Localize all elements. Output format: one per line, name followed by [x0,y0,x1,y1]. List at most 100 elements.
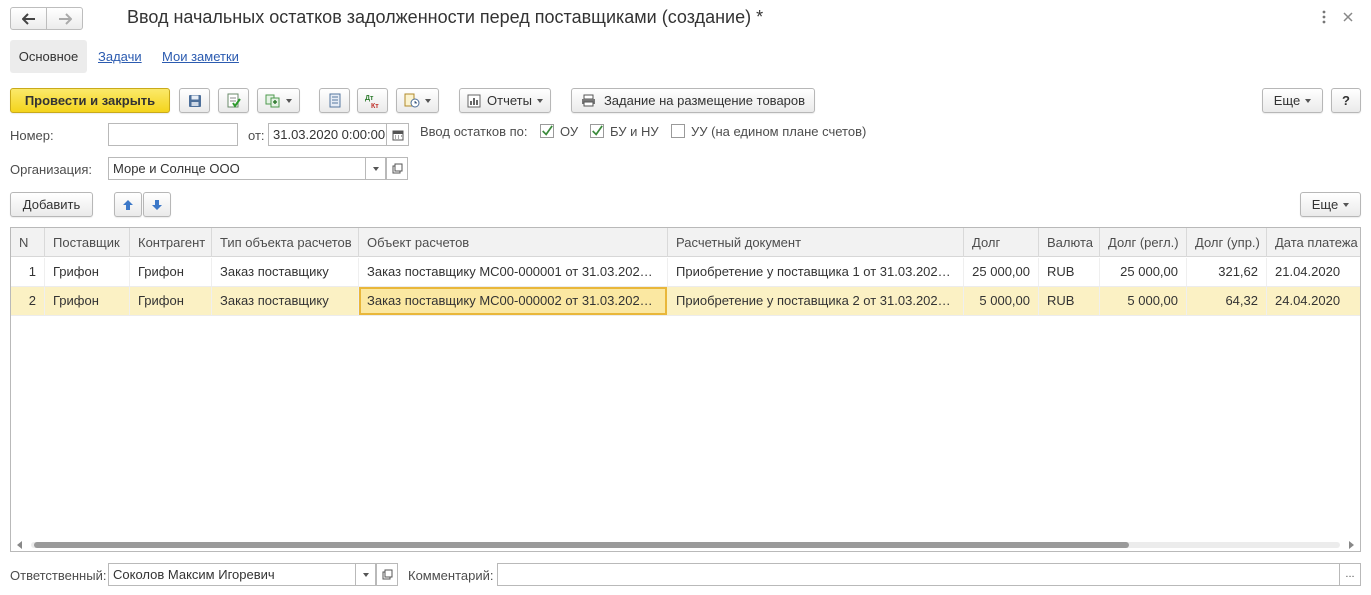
check-bu-nu[interactable] [590,124,604,138]
column-header-currency[interactable]: Валюта [1039,228,1100,257]
create-based-on-icon [265,94,280,107]
comment-input[interactable] [502,567,1335,582]
close-icon[interactable] [1340,8,1356,26]
attachments-button[interactable] [396,88,439,113]
cell-counterparty: Грифон [130,258,212,286]
more-button[interactable]: Еще [1262,88,1323,113]
responsible-open-button[interactable] [376,563,398,586]
document-structure-button[interactable] [319,88,350,113]
comment-field[interactable] [497,563,1340,586]
more-label: Еще [1273,93,1301,108]
printer-icon [581,94,595,107]
comment-expand-button[interactable]: ... [1339,563,1361,586]
organization-field[interactable]: Море и Солнце ООО [108,157,366,180]
more-vertical-icon[interactable] [1316,8,1332,26]
number-input[interactable] [113,127,233,142]
scroll-left-icon[interactable] [17,541,22,549]
post-document-icon [227,93,241,108]
calendar-button[interactable] [386,123,409,146]
chevron-down-icon [362,572,369,577]
document-clock-icon [404,93,420,108]
table-row-selected[interactable]: 2 Грифон Грифон Заказ поставщику Заказ п… [11,287,1360,316]
number-label: Номер: [10,128,54,143]
responsible-field[interactable]: Соколов Максим Игоревич [108,563,356,586]
cell-debt-regl: 5 000,00 [1100,287,1187,315]
table-header: N Поставщик Контрагент Тип объекта расче… [11,228,1360,257]
open-window-icon [382,569,392,580]
post-button[interactable] [218,88,249,113]
chevron-down-icon [372,166,379,171]
check-ou-label: ОУ [560,124,579,139]
placement-task-label: Задание на размещение товаров [603,93,806,108]
back-button[interactable] [10,7,47,30]
cell-object-type: Заказ поставщику [212,258,359,286]
column-header-object-type[interactable]: Тип объекта расчетов [212,228,359,257]
help-button[interactable]: ? [1331,88,1361,113]
tab-my-notes[interactable]: Мои заметки [162,49,239,64]
organization-dropdown-button[interactable] [365,157,386,180]
check-ou[interactable] [540,124,554,138]
check-bu-nu-label: БУ и НУ [610,124,659,139]
reports-label: Отчеты [487,93,532,108]
chevron-down-icon [536,98,543,103]
cell-n: 1 [11,258,45,286]
column-header-payment-date[interactable]: Дата платежа [1267,228,1360,257]
floppy-disk-icon [188,94,201,107]
date-label: от: [248,128,265,143]
save-button[interactable] [179,88,210,113]
list-icon [329,93,340,108]
chevron-down-icon [425,98,431,103]
cell-payment-date: 21.04.2020 [1275,264,1341,279]
column-header-counterparty[interactable]: Контрагент [130,228,212,257]
date-field[interactable]: 31.03.2020 0:00:00 [268,123,387,146]
column-header-supplier[interactable]: Поставщик [45,228,130,257]
cell-supplier: Грифон [45,287,130,315]
column-header-settlement-document[interactable]: Расчетный документ [668,228,964,257]
check-uu[interactable] [671,124,685,138]
responsible-value: Соколов Максим Игоревич [113,567,275,582]
debit-credit-button[interactable]: Дт Кт [357,88,388,113]
table-more-label: Еще [1311,197,1339,212]
column-header-debt[interactable]: Долг [964,228,1039,257]
svg-text:Кт: Кт [371,103,379,109]
checkmark-icon [592,125,603,136]
post-and-close-button[interactable]: Провести и закрыть [10,88,170,113]
ellipsis-icon: ... [1345,568,1355,580]
tab-main[interactable]: Основное [10,40,87,73]
report-icon [467,94,481,107]
open-window-icon [392,163,402,174]
column-header-debt-upr[interactable]: Долг (упр.) [1187,228,1267,257]
chevron-down-icon [1343,202,1350,207]
scroll-right-icon[interactable] [1349,541,1354,549]
move-down-button[interactable] [143,192,171,217]
cell-settlement-document: Приобретение у поставщика 1 от 31.03.202… [668,258,964,286]
table-more-button[interactable]: Еще [1300,192,1361,217]
move-up-button[interactable] [114,192,142,217]
cell-object-type: Заказ поставщику [212,287,359,315]
column-header-settlement-object[interactable]: Объект расчетов [359,228,668,257]
svg-text:Дт: Дт [365,95,374,102]
forward-button[interactable] [46,7,83,30]
cell-currency: RUB [1039,258,1100,286]
scrollbar-thumb[interactable] [34,542,1129,548]
create-based-on-button[interactable] [257,88,300,113]
cell-payment-date: 24.04.2020 [1275,293,1341,308]
reports-button[interactable]: Отчеты [459,88,551,113]
responsible-dropdown-button[interactable] [355,563,376,586]
cell-supplier: Грифон [45,258,130,286]
placement-task-button[interactable]: Задание на размещение товаров [571,88,815,113]
column-header-n[interactable]: N [11,228,45,257]
arrow-left-icon [21,12,35,25]
checkmark-icon [542,125,553,136]
add-row-button[interactable]: Добавить [10,192,93,217]
tab-tasks[interactable]: Задачи [98,49,142,64]
organization-open-button[interactable] [386,157,408,180]
number-field[interactable] [108,123,238,146]
horizontal-scrollbar[interactable] [11,537,1360,551]
payables-table[interactable]: N Поставщик Контрагент Тип объекта расче… [10,227,1361,552]
cell-settlement-object-active[interactable]: Заказ поставщику МС00-000002 от 31.03.20… [359,287,667,315]
column-header-debt-regl[interactable]: Долг (регл.) [1100,228,1187,257]
comment-label: Комментарий: [408,568,494,583]
check-uu-label: УУ (на едином плане счетов) [691,124,867,139]
table-row[interactable]: 1 Грифон Грифон Заказ поставщику Заказ п… [11,258,1360,287]
